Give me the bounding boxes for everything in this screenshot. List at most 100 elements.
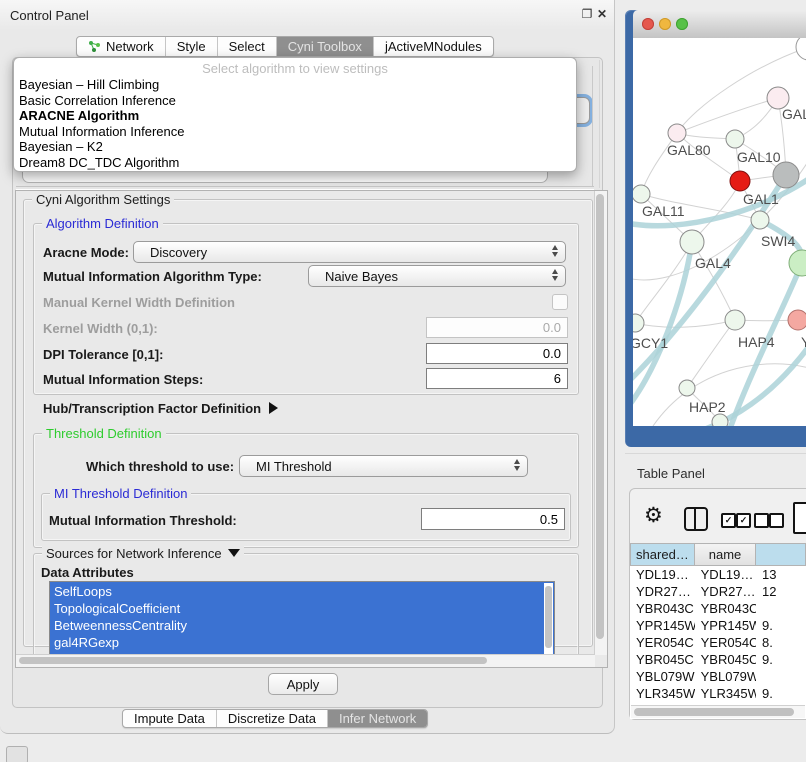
select-all-icon[interactable]: ✓	[721, 513, 736, 528]
which-threshold-value: MI Threshold	[256, 459, 332, 474]
network-node-gray[interactable]	[773, 162, 799, 188]
list-scrollbar[interactable]	[544, 583, 553, 655]
table-horizontal-scrollbar[interactable]	[631, 705, 805, 718]
apply-button[interactable]: Apply	[268, 673, 338, 695]
algorithm-dropdown: Select algorithm to view settings Bayesi…	[13, 57, 577, 172]
dropdown-item[interactable]: Bayesian – Hill Climbing	[19, 77, 569, 93]
network-window-titlebar[interactable]	[633, 10, 806, 39]
sources-group-title[interactable]: Sources for Network Inference	[42, 546, 244, 561]
combo-arrows-icon	[514, 459, 520, 471]
attribute-item[interactable]: BetweennessCentrality	[54, 617, 554, 634]
tab-cyni-toolbox[interactable]: Cyni Toolbox	[276, 37, 373, 56]
dropdown-placeholder: Select algorithm to view settings	[14, 61, 576, 76]
which-threshold-combo[interactable]: MI Threshold	[239, 455, 528, 477]
network-canvas: GAL GAL80 GAL10 GAL1 GAL11 SWI4 GAL4 GCY…	[633, 38, 806, 426]
network-node-hap2[interactable]	[679, 380, 695, 396]
table-row[interactable]: YBR045CYBR045C9.	[630, 651, 806, 668]
network-node[interactable]	[712, 414, 728, 426]
network-node-gcy1[interactable]	[633, 314, 644, 332]
table-row[interactable]: YBR043CYBR043C	[630, 600, 806, 617]
control-panel-window: Control Panel ❐ ✕ Network Style Select C…	[0, 0, 615, 734]
table-row[interactable]: YDR27…YDR27…12	[630, 583, 806, 600]
deselect-all-icon2[interactable]	[769, 513, 784, 528]
dropdown-item[interactable]: Bayesian – K2	[19, 139, 569, 155]
column-header-partial[interactable]	[756, 543, 806, 566]
attribute-item[interactable]: TopologicalCoefficient	[54, 600, 554, 617]
network-node-gal80[interactable]	[668, 124, 686, 142]
manual-kernel-checkbox[interactable]	[552, 294, 568, 310]
attribute-item[interactable]: SelfLoops	[54, 583, 554, 600]
tab-network[interactable]: Network	[77, 37, 165, 56]
dropdown-list: Bayesian – Hill Climbing Basic Correlati…	[19, 77, 569, 170]
table-hscroll-thumb[interactable]	[634, 708, 794, 716]
columns-icon[interactable]	[684, 507, 708, 531]
cyni-bottom-tabs: Impute Data Discretize Data Infer Networ…	[122, 709, 428, 728]
table-row[interactable]: YPR145WYPR145W9.	[630, 617, 806, 634]
tab-select[interactable]: Select	[217, 37, 276, 56]
dpi-tolerance-field[interactable]: 0.0	[426, 343, 568, 364]
node-table: shared… name YDL19…YDL19…13 YDR27…YDR27……	[630, 543, 806, 719]
network-node[interactable]	[796, 38, 806, 60]
dropdown-item[interactable]: Basic Correlation Inference	[19, 93, 569, 109]
table-row[interactable]: YBL079WYBL079W	[630, 668, 806, 685]
group-border-fragment2	[599, 60, 600, 188]
tab-infer-network[interactable]: Infer Network	[327, 710, 427, 727]
dropdown-item-aracne[interactable]: ARACNE Algorithm	[19, 108, 569, 124]
node-label: GAL80	[667, 142, 711, 158]
collapse-right-icon	[269, 402, 278, 414]
settings-vertical-scrollbar[interactable]	[594, 191, 607, 655]
node-label: HAP4	[738, 334, 775, 350]
column-header-shared-name[interactable]: shared…	[630, 543, 695, 566]
close-panel-icon[interactable]: ✕	[595, 7, 609, 21]
network-node-y[interactable]	[788, 310, 806, 330]
mi-threshold-label: Mutual Information Threshold:	[49, 513, 237, 528]
column-header-name[interactable]: name	[695, 543, 756, 566]
settings-vscroll-thumb[interactable]	[596, 194, 604, 639]
network-node-gal10[interactable]	[726, 130, 744, 148]
data-attributes-list[interactable]: SelfLoops TopologicalCoefficient Between…	[49, 581, 555, 657]
network-node-gal1[interactable]	[730, 171, 750, 191]
tab-select-label: Select	[229, 39, 265, 54]
aracne-mode-combo[interactable]: Discovery	[133, 241, 566, 263]
table-header-row: shared… name	[630, 543, 806, 566]
mi-type-label: Mutual Information Algorithm Type:	[43, 269, 262, 284]
document-icon[interactable]	[793, 502, 806, 534]
zoom-window-icon[interactable]	[676, 18, 688, 30]
network-node-hap4[interactable]	[725, 310, 745, 330]
dropdown-item[interactable]: Dream8 DC_TDC Algorithm	[19, 155, 569, 171]
threshold-definition-title: Threshold Definition	[42, 426, 166, 441]
tab-impute-data[interactable]: Impute Data	[123, 710, 216, 727]
mi-type-combo[interactable]: Naive Bayes	[308, 265, 566, 287]
tab-style[interactable]: Style	[165, 37, 217, 56]
mi-steps-field[interactable]: 6	[426, 368, 568, 389]
table-panel-divider	[625, 453, 806, 454]
deselect-all-icon[interactable]	[754, 513, 769, 528]
settings-horizontal-scrollbar[interactable]	[16, 654, 595, 667]
settings-hscroll-thumb[interactable]	[19, 657, 487, 664]
tab-discretize-data[interactable]: Discretize Data	[216, 710, 327, 727]
network-node-gal11[interactable]	[633, 185, 650, 203]
kernel-width-field[interactable]: 0.0	[426, 317, 568, 338]
tab-network-label: Network	[106, 39, 154, 54]
float-panel-icon[interactable]: ❐	[580, 7, 594, 21]
attribute-item[interactable]: gal4RGexp	[54, 634, 554, 651]
network-node-swi4[interactable]	[751, 211, 769, 229]
table-row[interactable]: YLR345WYLR345W9.	[630, 685, 806, 702]
minimized-panel-icon[interactable]	[6, 746, 28, 762]
minimize-window-icon[interactable]	[659, 18, 671, 30]
close-window-icon[interactable]	[642, 18, 654, 30]
dropdown-item[interactable]: Mutual Information Inference	[19, 124, 569, 140]
collapse-down-icon	[228, 549, 240, 557]
tab-jactivemnodules[interactable]: jActiveMNodules	[373, 37, 493, 56]
gear-icon[interactable]: ⚙	[644, 504, 663, 528]
tab-style-label: Style	[177, 39, 206, 54]
group-border-fragment	[592, 66, 593, 186]
network-node-gal4[interactable]	[680, 230, 704, 254]
network-node-green[interactable]	[789, 250, 806, 276]
hub-definition-toggle[interactable]: Hub/Transcription Factor Definition	[43, 401, 278, 416]
table-row[interactable]: YDL19…YDL19…13	[630, 566, 806, 583]
select-all-icon2[interactable]: ✓	[736, 513, 751, 528]
table-row[interactable]: YER054CYER054C8.	[630, 634, 806, 651]
mi-threshold-field[interactable]: 0.5	[421, 508, 565, 530]
list-scrollbar-thumb[interactable]	[545, 586, 552, 648]
